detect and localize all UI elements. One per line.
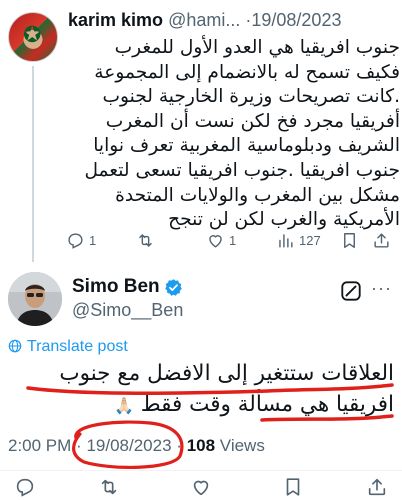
views-icon bbox=[279, 233, 293, 248]
profile-photo-icon bbox=[8, 272, 62, 326]
reply-icon bbox=[68, 232, 83, 249]
bookmark-icon bbox=[344, 232, 355, 248]
views-count: 127 bbox=[299, 232, 321, 248]
thread-line bbox=[32, 66, 34, 262]
main-author-handle[interactable]: @Simo__Ben bbox=[72, 300, 183, 321]
bookmark-icon bbox=[286, 478, 300, 496]
star-icon: ✪ bbox=[23, 23, 42, 48]
share-icon bbox=[368, 478, 386, 496]
reply-author-avatar[interactable]: ✪ bbox=[8, 12, 58, 62]
main-like-button[interactable] bbox=[190, 476, 212, 500]
heart-icon bbox=[209, 234, 222, 248]
tweet-time[interactable]: 2:00 PM bbox=[8, 436, 71, 455]
bookmark-button[interactable] bbox=[340, 228, 359, 252]
tweet-date[interactable]: 19/08/2023 bbox=[86, 436, 171, 455]
reply-button[interactable]: 1 bbox=[66, 228, 96, 252]
main-author-name-row: Simo Ben bbox=[72, 276, 183, 298]
main-tweet-actions bbox=[0, 476, 402, 500]
reply-icon bbox=[16, 478, 34, 497]
reply-tweet-text: جنوب افريقيا هي العدو الأول للمغرب فكيف … bbox=[84, 37, 400, 231]
reply-count: 1 bbox=[89, 232, 97, 248]
more-icon[interactable]: ··· bbox=[371, 278, 392, 299]
verified-badge-icon bbox=[164, 278, 182, 296]
like-button[interactable]: 1 bbox=[206, 228, 236, 252]
tweet-views-label: Views bbox=[219, 436, 265, 455]
reply-tweet-actions: 1 1 127 bbox=[66, 228, 392, 252]
tweet-meta: 2:00 PM · 19/08/2023 · 108 Views bbox=[8, 436, 265, 456]
reply-tweet-date[interactable]: 19/08/2023 bbox=[251, 10, 341, 30]
main-tweet-body: العلاقات ستتغير إلى الافضل مع جنوب افريق… bbox=[59, 361, 394, 417]
globe-icon bbox=[8, 339, 22, 353]
main-author-avatar[interactable] bbox=[8, 272, 62, 326]
main-share-button[interactable] bbox=[366, 476, 388, 500]
tweet-views-count[interactable]: 108 bbox=[187, 436, 215, 455]
reply-author-handle[interactable]: @hami... bbox=[168, 10, 240, 30]
main-tweet[interactable]: Simo Ben @Simo__Ben ··· Translate post ا… bbox=[0, 262, 402, 500]
share-button[interactable] bbox=[372, 228, 391, 252]
divider bbox=[0, 470, 402, 471]
main-author-name[interactable]: Simo Ben bbox=[72, 276, 160, 298]
grok-icon[interactable] bbox=[340, 280, 362, 302]
share-icon bbox=[374, 232, 389, 248]
main-bookmark-button[interactable] bbox=[282, 476, 304, 500]
reply-author-name[interactable]: karim kimo bbox=[68, 10, 163, 30]
meta-separator: · bbox=[76, 436, 82, 455]
reply-tweet[interactable]: ✪ karim kimo @hami... ·19/08/2023 جنوب ا… bbox=[0, 0, 402, 262]
retweet-icon bbox=[139, 233, 152, 247]
retweet-icon bbox=[101, 479, 117, 495]
main-tweet-text: العلاقات ستتغير إلى الافضل مع جنوب افريق… bbox=[0, 358, 394, 421]
views-button[interactable]: 127 bbox=[276, 228, 321, 252]
meta-separator-2: · bbox=[176, 436, 182, 455]
reply-tweet-header: karim kimo @hami... ·19/08/2023 bbox=[68, 10, 394, 34]
translate-post-link[interactable]: Translate post bbox=[8, 338, 128, 356]
translate-post-label: Translate post bbox=[27, 338, 128, 355]
like-count: 1 bbox=[229, 232, 237, 248]
retweet-button[interactable] bbox=[136, 228, 159, 252]
main-reply-button[interactable] bbox=[14, 476, 36, 500]
heart-icon bbox=[193, 480, 209, 496]
main-retweet-button[interactable] bbox=[98, 476, 120, 500]
praying-hands-emoji: 🙏🏻 bbox=[113, 396, 134, 415]
